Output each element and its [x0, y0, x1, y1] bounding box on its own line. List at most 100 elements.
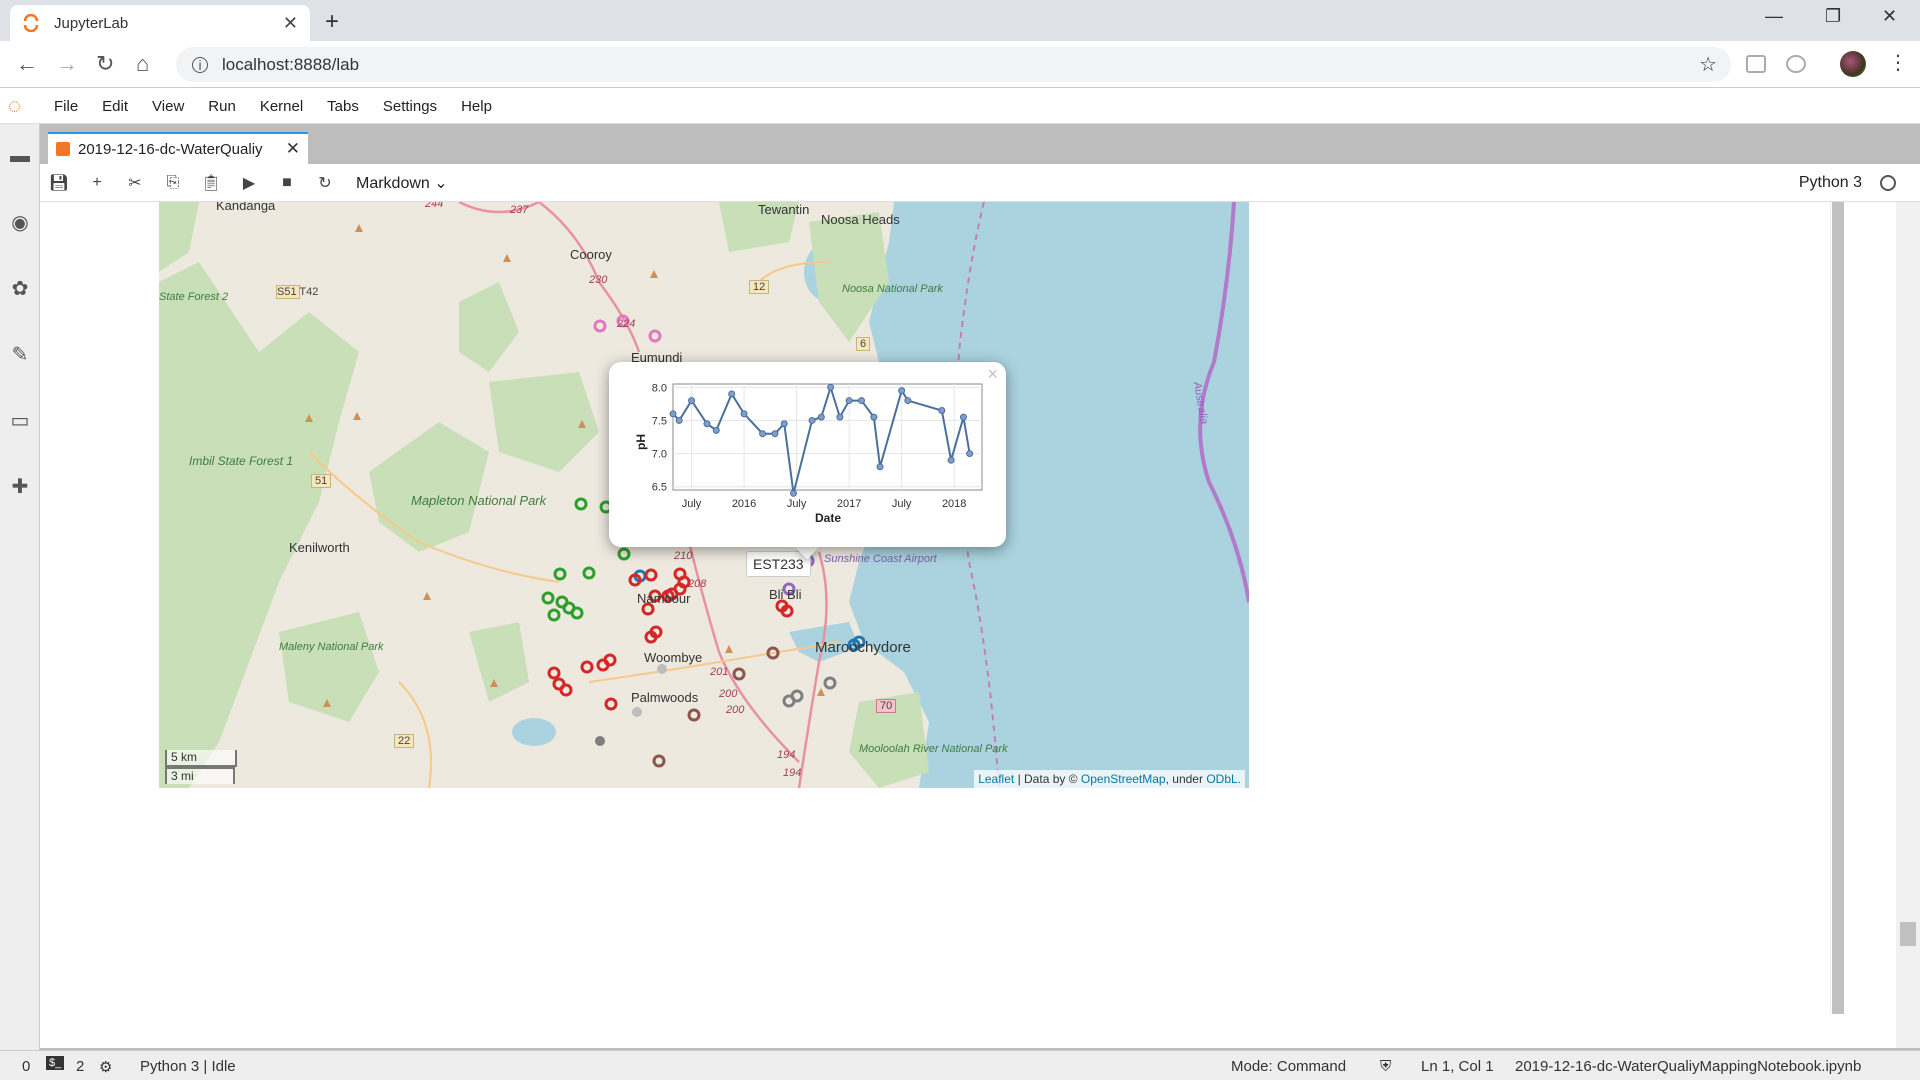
chart-axes: 6.5 7.0 7.5 8.0 July 2016 July 2017 July 2018: [652, 382, 983, 510]
chart-point: [870, 413, 878, 421]
restart-icon[interactable]: ↻: [306, 173, 344, 193]
palette-icon[interactable]: ✿: [8, 276, 32, 300]
leaflet-map[interactable]: Kandanga Tewantin Noosa Heads Cooroy Eum…: [159, 202, 1249, 788]
notebook-area: Kandanga Tewantin Noosa Heads Cooroy Eum…: [40, 202, 1920, 1048]
copy-icon[interactable]: ⎘: [154, 174, 192, 192]
terminal-icon[interactable]: $_: [46, 1056, 65, 1070]
bookmark-star-icon[interactable]: ☆: [1699, 52, 1717, 77]
road-number: 200: [719, 688, 738, 700]
tabs-icon[interactable]: ▭: [8, 408, 32, 432]
chart-point: [790, 489, 798, 497]
chart-ytick-label: 7.0: [652, 449, 667, 461]
kernel-status[interactable]: Python 3 | Idle: [140, 1058, 236, 1075]
chart-ytick-label: 7.5: [652, 415, 667, 427]
trusted-icon[interactable]: ⛨: [1380, 1058, 1391, 1075]
menu-settings[interactable]: Settings: [383, 98, 437, 115]
status-zero[interactable]: 0: [22, 1058, 30, 1075]
menu-tabs[interactable]: Tabs: [327, 98, 359, 115]
browser-menu-icon[interactable]: ⋮: [1888, 50, 1908, 75]
extension-manager-icon[interactable]: ✚: [8, 474, 32, 498]
chart-xtick-label: 2016: [732, 498, 756, 510]
cut-icon[interactable]: ✂: [116, 173, 154, 193]
chart-point: [688, 397, 696, 405]
kernel-settings-icon[interactable]: ⚙: [99, 1058, 112, 1076]
kernel-status-icon: [1880, 174, 1896, 191]
info-icon[interactable]: i: [192, 56, 208, 73]
chart-ytick-label: 6.5: [652, 482, 667, 494]
status-bar: 0 $_ 2 ⚙ Python 3 | Idle Mode: Command ⛨…: [0, 1050, 1920, 1080]
reload-icon[interactable]: ↻: [96, 51, 114, 77]
browser-tabstrip: JupyterLab ✕ + — ❐ ✕: [0, 0, 1920, 41]
add-cell-icon[interactable]: +: [78, 174, 116, 192]
road-number: 208: [688, 578, 707, 590]
paste-icon[interactable]: 📋︎: [192, 173, 230, 193]
park-label: Mapleton National Park: [411, 493, 547, 508]
chart-xtick-label: July: [682, 498, 702, 510]
menu-help[interactable]: Help: [461, 98, 492, 115]
road-number: 194: [783, 767, 802, 779]
cursor-position[interactable]: Ln 1, Col 1: [1421, 1058, 1494, 1075]
profile-avatar[interactable]: [1840, 51, 1866, 77]
close-tab-icon[interactable]: ✕: [283, 13, 298, 34]
jupyter-logo-icon: ◌: [8, 93, 22, 118]
road-number: 200: [726, 704, 745, 716]
cell-type-select[interactable]: Markdown ⌄: [356, 173, 448, 193]
road-number: 230: [589, 274, 608, 286]
address-bar: ← → ↻ ⌂ i localhost:8888/lab ☆: [0, 41, 1920, 88]
menu-file[interactable]: File: [54, 98, 78, 115]
chart-point: [808, 416, 816, 424]
close-window-icon[interactable]: ✕: [1882, 6, 1897, 27]
terminal-count[interactable]: 2: [76, 1058, 84, 1075]
chart-xtick-label: 2018: [942, 498, 966, 510]
save-icon[interactable]: 💾︎: [40, 173, 78, 193]
close-notebook-icon[interactable]: ✕: [286, 139, 300, 159]
chart-point: [817, 413, 825, 421]
scale-mi: 3 mi: [165, 767, 235, 784]
chart-point: [904, 397, 912, 405]
park-label: Maleny National Park: [279, 641, 384, 653]
browser-tab[interactable]: JupyterLab ✕: [10, 5, 310, 41]
town-label: Kenilworth: [289, 540, 350, 555]
back-icon[interactable]: ←: [16, 51, 38, 77]
road-shield: 22: [394, 734, 415, 748]
stop-icon[interactable]: ■: [268, 174, 306, 192]
menu-run[interactable]: Run: [208, 98, 236, 115]
chart-ytick-label: 8.0: [652, 382, 667, 394]
road-shield: 70: [876, 699, 897, 713]
chart-xlabel: Date: [815, 511, 841, 525]
extension-icon[interactable]: [1746, 55, 1766, 73]
town-label: Cooroy: [570, 247, 612, 262]
chart-point: [845, 397, 853, 405]
run-icon[interactable]: ▶: [230, 173, 268, 193]
park-label: Imbil State Forest 1: [189, 454, 294, 468]
extension-2-icon[interactable]: [1786, 55, 1806, 73]
new-tab-icon[interactable]: +: [325, 8, 339, 36]
main-dock: 2019-12-16-dc-WaterQualiy ✕ 💾︎ + ✂ ⎘ 📋︎ …: [40, 124, 1920, 1050]
road-number: 201: [710, 666, 729, 678]
map-popup: × 6.5 7.0 7.5 8.0 July 2016 July 2017 July 2018 D…: [609, 362, 1006, 547]
odbl-link[interactable]: ODbL.: [1206, 772, 1241, 786]
town-label: Palmwoods: [631, 690, 699, 705]
kernel-name[interactable]: Python 3: [1799, 174, 1862, 192]
notebook-tab[interactable]: 2019-12-16-dc-WaterQualiy ✕: [48, 132, 308, 164]
chart-point: [876, 463, 884, 471]
minimize-icon[interactable]: —: [1765, 6, 1783, 27]
menu-kernel[interactable]: Kernel: [260, 98, 303, 115]
town-label: Maroochydore: [815, 639, 911, 656]
url-field[interactable]: i localhost:8888/lab ☆: [176, 47, 1731, 82]
chart-point: [669, 410, 677, 418]
leaflet-link[interactable]: Leaflet: [978, 772, 1014, 786]
osm-link[interactable]: OpenStreetMap: [1081, 772, 1166, 786]
restore-icon[interactable]: ❐: [1825, 6, 1841, 27]
running-icon[interactable]: ◉: [8, 210, 32, 234]
wrench-icon[interactable]: ✎: [8, 342, 32, 366]
forward-icon[interactable]: →: [56, 51, 78, 77]
airport-label: Sunshine Coast Airport: [824, 553, 937, 565]
folder-icon[interactable]: ▬: [8, 144, 32, 168]
cell-scrollbar-thumb[interactable]: [1832, 202, 1844, 1014]
map-scale: 5 km 3 mi: [165, 750, 237, 784]
menu-view[interactable]: View: [152, 98, 184, 115]
home-icon[interactable]: ⌂: [136, 51, 149, 77]
notebook-scrollbar-thumb[interactable]: [1900, 922, 1916, 946]
menu-edit[interactable]: Edit: [102, 98, 128, 115]
